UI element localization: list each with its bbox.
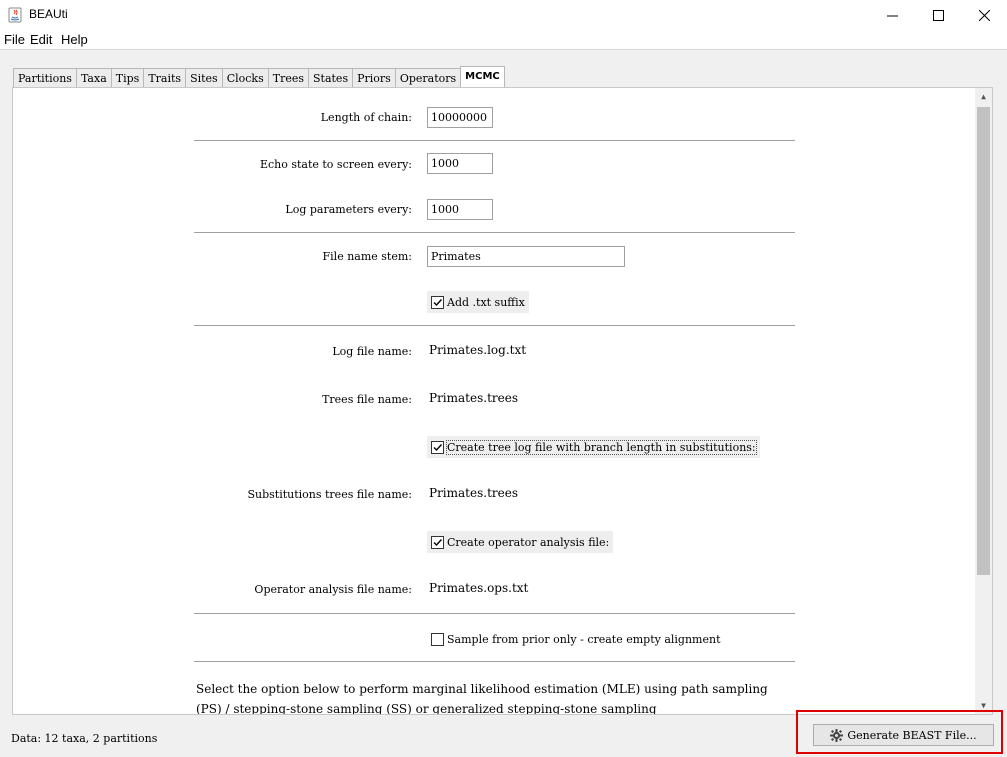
separator	[194, 613, 795, 614]
scroll-up-icon[interactable]: ▲	[975, 88, 992, 105]
close-icon	[978, 9, 990, 21]
tab-mcmc[interactable]: MCMC	[460, 66, 505, 88]
sample-prior-label: Sample from prior only - create empty al…	[447, 632, 721, 646]
generate-button-label: Generate BEAST File...	[847, 728, 977, 742]
trees-file-value: Primates.trees	[429, 391, 518, 405]
minimize-icon	[886, 15, 898, 16]
mle-description: Select the option below to perform margi…	[196, 682, 768, 715]
txt-suffix-checkbox[interactable]: Add .txt suffix	[427, 291, 529, 313]
window-title: BEAUti	[29, 7, 68, 21]
unchecked-box-icon	[431, 632, 444, 646]
chain-length-label: Length of chain:	[320, 111, 412, 124]
operator-analysis-check-label: Create operator analysis file:	[447, 535, 610, 549]
checkmark-icon	[431, 295, 444, 309]
checkmark-icon	[431, 440, 444, 454]
trees-file-label: Trees file name:	[322, 393, 412, 406]
tab-tips[interactable]: Tips	[110, 68, 145, 88]
scroll-thumb[interactable]	[977, 107, 990, 575]
chain-length-input[interactable]: 10000000	[427, 107, 493, 128]
vertical-scrollbar[interactable]: ▲ ▼	[975, 88, 992, 714]
tab-taxa[interactable]: Taxa	[75, 68, 112, 88]
status-text: Data: 12 taxa, 2 partitions	[11, 732, 158, 745]
operator-analysis-checkbox[interactable]: Create operator analysis file:	[427, 531, 614, 553]
substitutions-trees-label: Substitutions trees file name:	[247, 488, 412, 501]
java-app-icon	[8, 7, 22, 23]
mcmc-panel: Length of chain: 10000000 Echo state to …	[12, 87, 993, 715]
echo-state-input[interactable]: 1000	[427, 153, 493, 174]
log-file-label: Log file name:	[332, 345, 412, 358]
gear-icon	[830, 728, 844, 742]
menu-help[interactable]: Help	[61, 32, 88, 47]
file-stem-input[interactable]: Primates	[427, 246, 625, 267]
menu-file[interactable]: File	[4, 32, 25, 47]
menu-edit[interactable]: Edit	[30, 32, 52, 47]
sample-prior-checkbox[interactable]: Sample from prior only - create empty al…	[427, 628, 725, 650]
tab-clocks[interactable]: Clocks	[221, 68, 269, 88]
operator-analysis-value: Primates.ops.txt	[429, 581, 529, 595]
title-bar: BEAUti	[0, 0, 1007, 30]
tab-sites[interactable]: Sites	[185, 68, 223, 88]
separator	[194, 325, 795, 326]
tab-trees[interactable]: Trees	[267, 68, 309, 88]
tab-bar: Partitions Taxa Tips Traits Sites Clocks…	[13, 66, 505, 88]
tab-priors[interactable]: Priors	[352, 68, 396, 88]
separator	[194, 661, 795, 662]
substitutions-trees-value: Primates.trees	[429, 486, 518, 500]
tree-log-substitutions-label: Create tree log file with branch length …	[446, 439, 757, 455]
tab-operators[interactable]: Operators	[394, 68, 462, 88]
checkmark-icon	[431, 535, 444, 549]
maximize-button[interactable]	[915, 0, 961, 30]
separator	[194, 232, 795, 233]
close-button[interactable]	[961, 0, 1007, 30]
minimize-button[interactable]	[869, 0, 915, 30]
log-params-label: Log parameters every:	[285, 203, 412, 216]
tab-partitions[interactable]: Partitions	[13, 68, 77, 88]
operator-analysis-label: Operator analysis file name:	[254, 583, 412, 596]
log-file-value: Primates.log.txt	[429, 343, 527, 357]
txt-suffix-label: Add .txt suffix	[447, 295, 525, 309]
tree-log-substitutions-checkbox[interactable]: Create tree log file with branch length …	[427, 436, 760, 458]
file-stem-label: File name stem:	[322, 250, 412, 263]
maximize-icon	[932, 9, 944, 21]
tab-traits[interactable]: Traits	[143, 68, 187, 88]
echo-state-label: Echo state to screen every:	[259, 158, 412, 171]
menu-bar: File Edit Help	[0, 30, 1007, 50]
tab-states[interactable]: States	[308, 68, 354, 88]
log-params-input[interactable]: 1000	[427, 199, 493, 220]
generate-beast-file-button[interactable]: Generate BEAST File...	[813, 724, 994, 746]
separator	[194, 140, 795, 141]
